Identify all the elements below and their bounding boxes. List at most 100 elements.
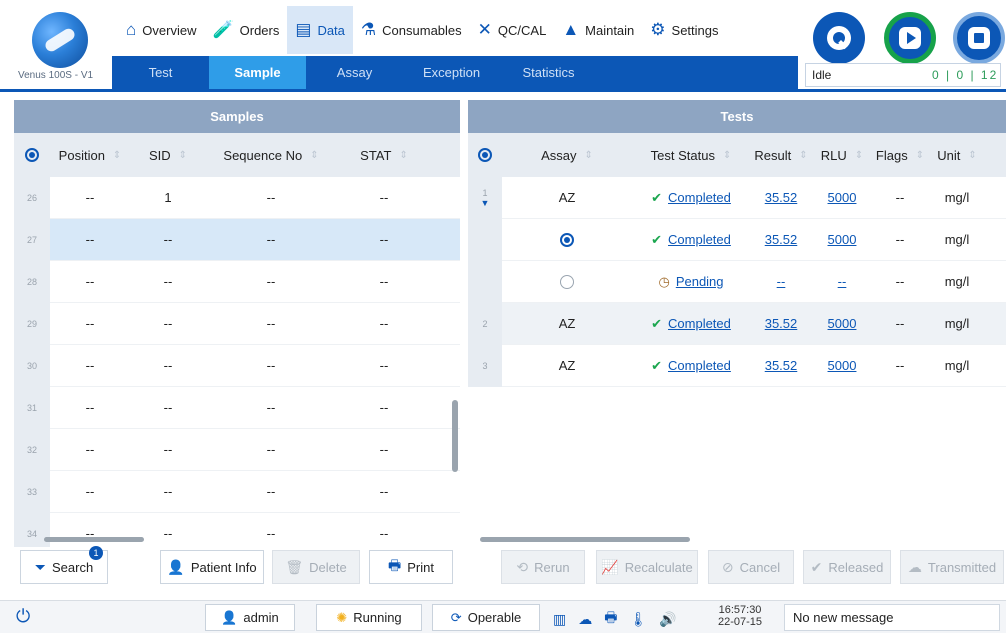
speaker-icon[interactable]: 🔊	[659, 611, 676, 628]
col-unit[interactable]: Unit ⇕	[928, 133, 986, 177]
sample-row[interactable]: 27 -- -- -- --	[14, 218, 460, 261]
nav-qc-cal[interactable]: ✕ QC/CAL	[470, 6, 555, 54]
tools-icon: ✕	[477, 20, 492, 39]
check-icon: ✔	[651, 189, 663, 205]
tab-sample[interactable]: Sample	[209, 56, 306, 89]
temperature-icon[interactable]: 🌡	[629, 611, 647, 628]
cell-flags: --	[895, 274, 905, 289]
col-test-status[interactable]: Test Status ⇕	[632, 133, 750, 177]
col-flags[interactable]: Flags ⇕	[872, 133, 928, 177]
transmitted-button[interactable]: ☁ Transmitted	[900, 550, 1004, 584]
clock: 16:57:30 22-07-15	[718, 604, 762, 628]
cell-sid: --	[163, 358, 173, 373]
col-stat[interactable]: STAT ⇕	[336, 133, 432, 177]
released-button[interactable]: ✔ Released	[803, 550, 891, 584]
nav-label: Settings	[671, 22, 719, 38]
recalculate-button[interactable]: 📈 Recalculate	[596, 550, 698, 584]
print-button[interactable]: 🖶 Print	[369, 550, 453, 584]
rerun-button[interactable]: ⟲ Rerun	[501, 550, 585, 584]
sample-row[interactable]: 32 -- -- -- --	[14, 428, 460, 471]
sample-row[interactable]: 28 -- -- -- --	[14, 260, 460, 303]
power-icon[interactable]: ⏻	[16, 606, 30, 627]
cell-sequence-no: --	[266, 274, 276, 289]
cell-rlu[interactable]: --	[812, 261, 872, 303]
col-sid[interactable]: SID ⇕	[130, 133, 206, 177]
sample-row[interactable]: 30 -- -- -- --	[14, 344, 460, 387]
printer-icon[interactable]: 🖶	[604, 607, 617, 631]
nav-overview[interactable]: ⌂ Overview	[118, 6, 204, 54]
delete-button[interactable]: 🗑 Delete	[272, 550, 360, 584]
sample-row[interactable]: 31 -- -- -- --	[14, 386, 460, 429]
tests-hscroll[interactable]	[480, 537, 690, 542]
cell-stat: --	[379, 526, 389, 541]
start-run-button[interactable]	[884, 12, 936, 64]
col-position[interactable]: Position ⇕	[50, 133, 130, 177]
tests-select-all-radio[interactable]	[468, 133, 502, 177]
cell-result[interactable]: 35.52	[750, 303, 812, 345]
barcode-icon[interactable]: ▥	[553, 611, 566, 628]
subtest-radio-selected[interactable]	[560, 232, 574, 247]
operable-pill: ⟳ Operable	[432, 604, 540, 631]
sample-row[interactable]: 33 -- -- -- --	[14, 470, 460, 513]
cell-test-status[interactable]: ✔ Completed	[632, 177, 750, 219]
cell-rlu[interactable]: 5000	[812, 219, 872, 261]
rerun-icon: ⟲	[516, 558, 529, 575]
row-index: 1 ▼	[468, 176, 502, 219]
cell-result[interactable]: 35.52	[750, 219, 812, 261]
cell-sid: --	[163, 274, 173, 289]
cancel-button[interactable]: ⊘ Cancel	[708, 550, 794, 584]
cell-test-status[interactable]: ✔ Completed	[632, 345, 750, 387]
expand-icon[interactable]: ▼	[481, 198, 490, 208]
clock-date: 22-07-15	[718, 616, 763, 628]
instrument-status-button[interactable]	[813, 12, 865, 64]
home-icon: ⌂	[126, 20, 137, 39]
tab-statistics[interactable]: Statistics	[500, 56, 597, 89]
nav-data[interactable]: ▤ Data	[287, 6, 353, 54]
cell-result[interactable]: --	[750, 261, 812, 303]
col-rlu[interactable]: RLU ⇕	[812, 133, 872, 177]
cell-position: --	[85, 442, 95, 457]
sample-row[interactable]: 29 -- -- -- --	[14, 302, 460, 345]
tab-test[interactable]: Test	[112, 56, 209, 89]
cell-result[interactable]: 35.52	[750, 177, 812, 219]
check-icon: ✔	[651, 315, 663, 331]
test-row[interactable]: 3 AZ ✔ Completed 35.52 5000 -- mg/l	[468, 344, 1006, 387]
bottom-bar: ⏻ 👤 admin ✺ Running ⟳ Operable ▥ ☁ 🖶 🌡 🔊…	[0, 600, 1006, 633]
cell-unit: mg/l	[944, 274, 970, 289]
test-row[interactable]: ◷ Pending -- -- -- mg/l	[468, 260, 1006, 303]
nav-consumables[interactable]: ⚗ Consumables	[353, 6, 470, 54]
message-box[interactable]: No new message	[784, 604, 1000, 631]
cell-result[interactable]: 35.52	[750, 345, 812, 387]
user-pill[interactable]: 👤 admin	[205, 604, 295, 631]
nav-maintain[interactable]: ▲ Maintain	[554, 6, 642, 54]
samples-vscroll[interactable]	[452, 400, 458, 472]
cell-test-status[interactable]: ✔ Completed	[632, 303, 750, 345]
col-result[interactable]: Result ⇕	[750, 133, 812, 177]
patient-info-button[interactable]: 👤 Patient Info	[160, 550, 264, 584]
tab-exception[interactable]: Exception	[403, 56, 500, 89]
col-assay[interactable]: Assay ⇕	[502, 133, 632, 177]
samples-hscroll[interactable]	[44, 537, 144, 542]
run-state-pill: ✺ Running	[316, 604, 422, 631]
test-row[interactable]: 1 ▼ AZ ✔ Completed 35.52 5000 -- mg/l	[468, 176, 1006, 219]
test-row[interactable]: ✔ Completed 35.52 5000 -- mg/l	[468, 218, 1006, 261]
subtest-radio[interactable]	[560, 274, 574, 289]
test-row[interactable]: 2 AZ ✔ Completed 35.52 5000 -- mg/l	[468, 302, 1006, 345]
tab-assay[interactable]: Assay	[306, 56, 403, 89]
cell-test-status[interactable]: ✔ Completed	[632, 219, 750, 261]
sample-row[interactable]: 26 -- 1 -- --	[14, 177, 460, 219]
cell-rlu[interactable]: 5000	[812, 345, 872, 387]
nav-settings[interactable]: ⚙ Settings	[642, 6, 726, 54]
col-sequence-no[interactable]: Sequence No ⇕	[206, 133, 336, 177]
cell-rlu[interactable]: 5000	[812, 303, 872, 345]
nav-orders[interactable]: 🧪 Orders	[204, 6, 287, 54]
stop-run-button[interactable]	[953, 12, 1005, 64]
cell-test-status[interactable]: ◷ Pending	[632, 261, 750, 303]
tests-title: Tests	[468, 100, 1006, 133]
select-all-radio[interactable]	[14, 133, 50, 177]
search-button[interactable]: ⏷ Search 1	[20, 546, 108, 584]
cell-rlu[interactable]: 5000	[812, 177, 872, 219]
tests-panel: Tests Assay ⇕ Test Status ⇕ Result ⇕ RLU ⇕ F…	[468, 100, 1006, 590]
cloud-icon[interactable]: ☁	[578, 611, 592, 628]
row-index: 26	[14, 177, 50, 219]
